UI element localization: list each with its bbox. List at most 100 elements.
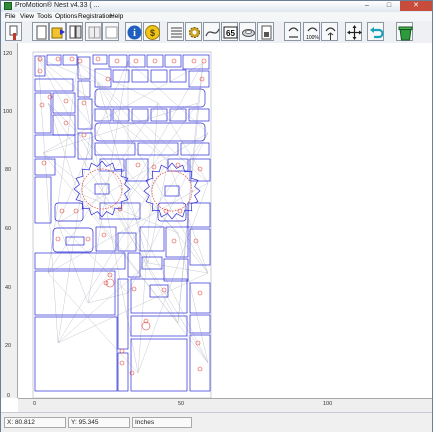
info-icon: i	[127, 25, 142, 40]
new-icon	[9, 25, 18, 40]
part-outlines	[34, 54, 211, 392]
gear-parts	[73, 160, 201, 220]
hole-marker	[69, 56, 75, 62]
count-button[interactable]: 65	[221, 22, 238, 41]
hole-marker	[135, 162, 141, 168]
hole-marker	[177, 208, 183, 214]
hole-marker	[85, 236, 91, 242]
toolpath-line	[57, 222, 89, 304]
x-coordinate: X: 80.812	[4, 417, 66, 428]
vruler-label: 40	[5, 285, 12, 291]
undo-button[interactable]	[367, 22, 384, 41]
vruler-label: 100	[3, 109, 13, 115]
hole-marker	[55, 236, 61, 242]
hole-marker	[152, 58, 158, 64]
toolpath-line	[37, 57, 169, 162]
cost-button[interactable]: $	[143, 22, 160, 41]
curve-button[interactable]	[203, 22, 220, 41]
menu-file[interactable]: File	[5, 12, 15, 21]
open-button[interactable]	[49, 22, 66, 41]
settings-button[interactable]	[185, 22, 202, 41]
toolpath-line	[117, 62, 204, 214]
hole-marker	[201, 58, 207, 64]
window-title: ProMotion® Nest v4.33 ( ...	[15, 2, 100, 9]
blank-page-button[interactable]	[32, 22, 49, 41]
count-icon: 65	[223, 26, 238, 39]
nest-report-icon	[261, 25, 272, 40]
disk-button[interactable]	[239, 22, 256, 41]
split-view-button[interactable]	[85, 22, 102, 41]
toolpath-line	[47, 272, 139, 374]
menu-options[interactable]: Options	[55, 12, 77, 21]
minimize-button[interactable]: –	[356, 1, 378, 11]
nest-workspace[interactable]: 100 80 60 40 20 120 0 0 50 100	[1, 43, 432, 412]
toolpath-line	[37, 57, 59, 344]
pan-button[interactable]	[345, 22, 362, 41]
hruler-label: 50	[178, 401, 185, 407]
menu-tools[interactable]: Tools	[37, 12, 52, 21]
layout-button[interactable]	[66, 22, 83, 41]
zoom-out-icon	[288, 27, 299, 38]
undo-icon	[370, 27, 384, 39]
close-button[interactable]: ✕	[400, 1, 432, 11]
svg-text:$: $	[150, 28, 155, 38]
toolbar: i $ 65 100%	[1, 21, 432, 44]
toolpath-lines	[37, 57, 209, 374]
hole-marker	[63, 120, 69, 126]
info-button[interactable]: i	[125, 22, 142, 41]
new-button[interactable]	[5, 22, 22, 41]
hole-marker	[163, 208, 169, 214]
vruler-label: 120	[3, 51, 13, 57]
drawing-canvas[interactable]	[18, 43, 432, 399]
layout-icon	[69, 25, 82, 39]
hole-marker	[197, 366, 203, 372]
zoom-out-button[interactable]	[284, 22, 301, 41]
vruler-label: 20	[5, 343, 12, 349]
hole-marker	[131, 286, 137, 292]
hole-marker	[105, 76, 111, 82]
nest-drawing[interactable]	[18, 43, 432, 399]
parts-list-button[interactable]	[167, 22, 184, 41]
open-icon	[51, 27, 65, 39]
toolpath-line	[47, 102, 79, 194]
zoom-fit-button[interactable]	[321, 22, 338, 41]
toolpath-line	[57, 60, 129, 224]
maximize-button[interactable]: □	[378, 1, 400, 11]
gear-icon	[189, 27, 200, 38]
hole-marker	[175, 162, 181, 168]
toolpath-line	[77, 162, 109, 194]
zoom-100-icon: 100%	[306, 27, 319, 41]
hole-marker	[77, 58, 83, 64]
hruler-label: 100	[323, 401, 333, 407]
hole-marker	[101, 232, 107, 238]
menu-registration[interactable]: Registration	[78, 12, 113, 21]
svg-text:i: i	[133, 28, 136, 39]
hole-marker	[37, 68, 43, 74]
hole-marker	[133, 58, 139, 64]
toolpath-line	[47, 102, 159, 274]
vruler-label: 80	[5, 167, 12, 173]
menu-bar: File View Tools Options Registration Hel…	[1, 12, 432, 21]
hruler-label: 0	[33, 401, 37, 407]
nest-report-button[interactable]	[257, 22, 274, 41]
hole-marker	[171, 238, 177, 244]
hole-marker	[171, 58, 177, 64]
toolpath-line	[57, 262, 149, 344]
single-view-button[interactable]	[102, 22, 119, 41]
hole-marker	[105, 278, 115, 288]
clear-button[interactable]	[396, 22, 413, 41]
curve-icon	[205, 28, 220, 37]
vruler-label: 0	[7, 393, 11, 399]
menu-help[interactable]: Help	[110, 12, 123, 21]
zoom-100-button[interactable]: 100%	[303, 22, 320, 41]
disk-icon	[242, 29, 255, 37]
units-display: Inches	[132, 417, 192, 428]
menu-view[interactable]: View	[20, 12, 34, 21]
app-icon	[4, 2, 12, 10]
page-icon	[36, 25, 47, 40]
zoom-label: 100%	[306, 35, 319, 41]
hole-marker	[199, 76, 205, 82]
hole-marker	[95, 56, 101, 62]
pan-icon	[347, 25, 362, 40]
zoom-fit-icon	[325, 27, 336, 40]
